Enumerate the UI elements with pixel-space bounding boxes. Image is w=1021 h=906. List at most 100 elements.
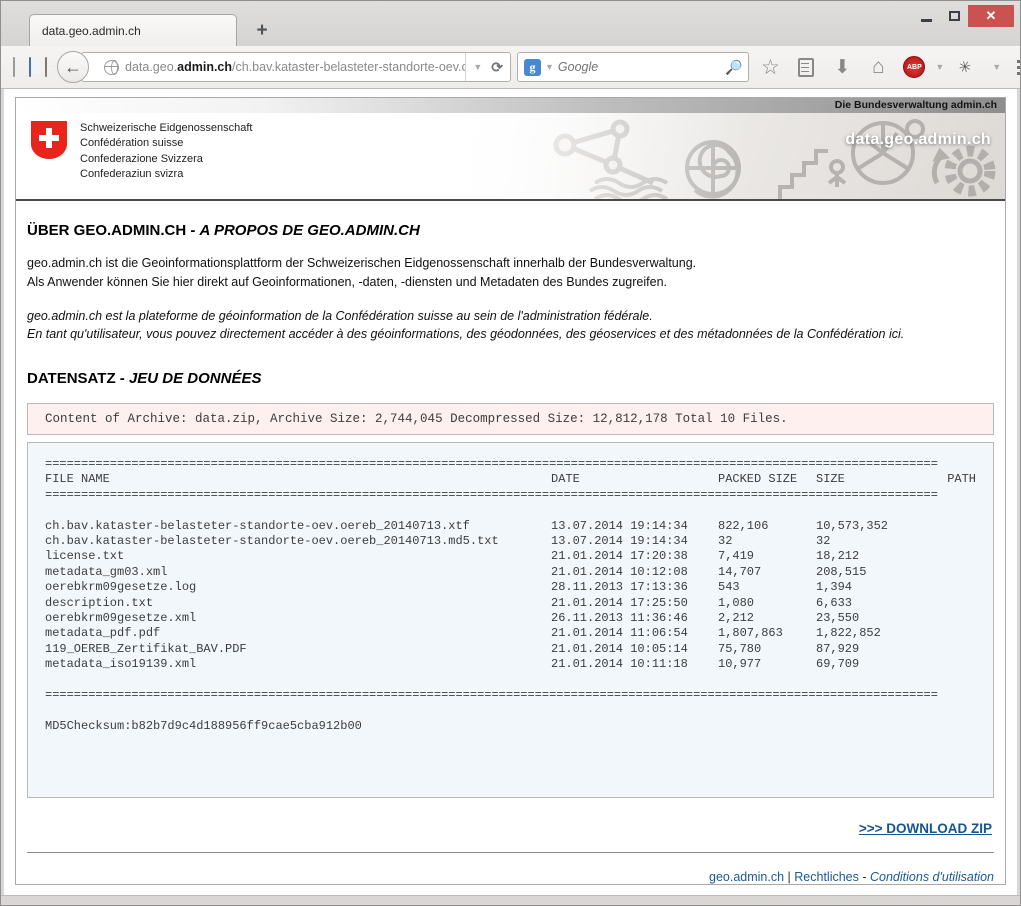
file-path: [906, 642, 976, 657]
bookmark-star-icon[interactable]: ☆: [755, 52, 785, 82]
file-packed-size: 1,080: [718, 596, 816, 611]
adblock-icon: ABP: [903, 56, 925, 78]
footer-link-geoadmin[interactable]: geo.admin.ch: [709, 870, 784, 884]
file-date: 21.01.2014 17:25:50: [551, 596, 718, 611]
file-packed-size: 822,106: [718, 519, 816, 534]
file-date: 13.07.2014 19:14:34: [551, 519, 718, 534]
file-path: [906, 611, 976, 626]
file-name: ch.bav.kataster-belasteter-standorte-oev…: [45, 534, 551, 549]
file-size: 1,822,852: [816, 626, 906, 641]
page-content: ÜBER GEO.ADMIN.CH - A PROPOS DE GEO.ADMI…: [16, 222, 1005, 885]
file-size: 208,515: [816, 565, 906, 580]
file-path: [906, 549, 976, 564]
dataset-heading-de: DATENSATZ -: [27, 370, 129, 387]
file-name: ch.bav.kataster-belasteter-standorte-oev…: [45, 519, 551, 534]
md5-checksum: MD5Checksum:b82b7d9c4d188956ff9cae5cba91…: [45, 719, 976, 734]
bookmark-favicon-3[interactable]: [45, 57, 47, 77]
bookmark-favicon-2[interactable]: [29, 57, 31, 77]
browser-window: data.geo.admin.ch + ✕ ← data.geo.admin.c…: [0, 0, 1021, 906]
file-name: metadata_iso19139.xml: [45, 657, 551, 672]
bookmarks-panel-icon[interactable]: [791, 52, 821, 82]
home-icon[interactable]: ⌂: [863, 52, 893, 82]
search-bar[interactable]: g ▼ 🔍: [517, 52, 749, 82]
file-path: [906, 565, 976, 580]
new-tab-button[interactable]: +: [247, 18, 277, 44]
hamburger-icon: [1017, 60, 1021, 63]
maximize-button[interactable]: [940, 5, 968, 27]
file-row: ch.bav.kataster-belasteter-standorte-oev…: [45, 534, 976, 549]
file-date: 21.01.2014 10:05:14: [551, 642, 718, 657]
back-icon: ←: [64, 57, 82, 78]
file-packed-size: 7,419: [718, 549, 816, 564]
file-date: 21.01.2014 17:20:38: [551, 549, 718, 564]
dataset-heading: DATENSATZ - JEU DE DONNÉES: [27, 370, 994, 387]
footer-link-rechtliches[interactable]: Rechtliches: [794, 870, 859, 884]
file-size: 32: [816, 534, 906, 549]
swiss-logo: Schweizerische Eidgenossenschaft Confédé…: [30, 120, 252, 183]
about-heading-fr: A PROPOS DE GEO.ADMIN.CH: [200, 222, 420, 239]
file-path: [906, 534, 976, 549]
file-size: 23,550: [816, 611, 906, 626]
blank-line: [45, 734, 976, 749]
footer-divider: [27, 852, 994, 853]
file-row: oerebkrm09gesetze.log 28.11.2013 17:13:3…: [45, 580, 976, 595]
about-paragraph-fr: geo.admin.ch est la plateforme de géoinf…: [27, 307, 994, 345]
reload-icon[interactable]: ⟳: [491, 59, 503, 76]
file-packed-size: 32: [718, 534, 816, 549]
adblock-dropdown-icon[interactable]: ▼: [935, 62, 944, 72]
col-date: DATE: [551, 472, 718, 487]
navigation-toolbar: ← data.geo.admin.ch/ch.bav.kataster-bela…: [1, 46, 1020, 89]
about-de-line2: Als Anwender können Sie hier direkt auf …: [27, 275, 667, 289]
search-engine-icon[interactable]: g: [524, 59, 541, 76]
browser-tab[interactable]: data.geo.admin.ch: [29, 14, 237, 46]
file-path: [906, 519, 976, 534]
site-identity-globe-icon[interactable]: [104, 60, 119, 75]
logo-line: Confederaziun svizra: [80, 167, 252, 182]
file-name: oerebkrm09gesetze.log: [45, 580, 551, 595]
search-input[interactable]: [558, 60, 721, 74]
menu-button[interactable]: [1013, 52, 1021, 82]
blank-line: [45, 503, 976, 518]
file-name: description.txt: [45, 596, 551, 611]
header-banner: data.geo.admin.ch: [445, 113, 1005, 199]
search-engine-dropdown-icon[interactable]: ▼: [545, 62, 554, 72]
logo-line: Confédération suisse: [80, 136, 252, 151]
addon-dropdown-icon[interactable]: ▼: [992, 62, 1001, 72]
file-row: 119_OEREB_Zertifikat_BAV.PDF 21.01.2014 …: [45, 642, 976, 657]
col-file-name: FILE NAME: [45, 472, 551, 487]
file-size: 1,394: [816, 580, 906, 595]
search-magnifier-icon[interactable]: 🔍: [725, 59, 742, 76]
minimize-icon: [921, 19, 932, 22]
swiss-shield-icon: [30, 120, 68, 160]
about-fr-line2: En tant qu'utilisateur, vous pouvez dire…: [27, 327, 904, 341]
file-size: 69,709: [816, 657, 906, 672]
file-row: oerebkrm09gesetze.xml 26.11.2013 11:36:4…: [45, 611, 976, 626]
tab-title: data.geo.admin.ch: [42, 24, 141, 38]
about-heading-de: ÜBER GEO.ADMIN.CH -: [27, 222, 200, 239]
minimize-button[interactable]: [912, 5, 940, 27]
addon-icon[interactable]: ✳: [947, 49, 984, 86]
adblock-button[interactable]: ABP: [899, 52, 929, 82]
file-path: [906, 596, 976, 611]
file-size: 87,929: [816, 642, 906, 657]
download-row: >>> DOWNLOAD ZIP: [29, 820, 992, 838]
title-bar: data.geo.admin.ch + ✕: [1, 1, 1020, 46]
col-path: PATH: [906, 472, 976, 487]
url-prefix: data.geo.: [125, 60, 177, 74]
file-packed-size: 14,707: [718, 565, 816, 580]
file-date: 13.07.2014 19:14:34: [551, 534, 718, 549]
file-name: 119_OEREB_Zertifikat_BAV.PDF: [45, 642, 551, 657]
close-button[interactable]: ✕: [968, 5, 1014, 27]
file-path: [906, 657, 976, 672]
download-zip-link[interactable]: >>> DOWNLOAD ZIP: [859, 821, 992, 836]
bookmark-favicon-1[interactable]: [13, 57, 15, 77]
footer-link-conditions[interactable]: Conditions d'utilisation: [870, 870, 994, 884]
banner-fade: [445, 113, 753, 199]
about-de-line1: geo.admin.ch ist die Geoinformationsplat…: [27, 256, 696, 270]
url-bar[interactable]: data.geo.admin.ch/ch.bav.kataster-belast…: [81, 52, 511, 82]
downloads-icon[interactable]: ⬇: [827, 52, 857, 82]
back-button[interactable]: ←: [57, 51, 89, 83]
banner-site-title: data.geo.admin.ch: [845, 131, 991, 149]
urlbar-dropdown-icon[interactable]: ▼: [473, 62, 482, 72]
file-date: 26.11.2013 11:36:46: [551, 611, 718, 626]
